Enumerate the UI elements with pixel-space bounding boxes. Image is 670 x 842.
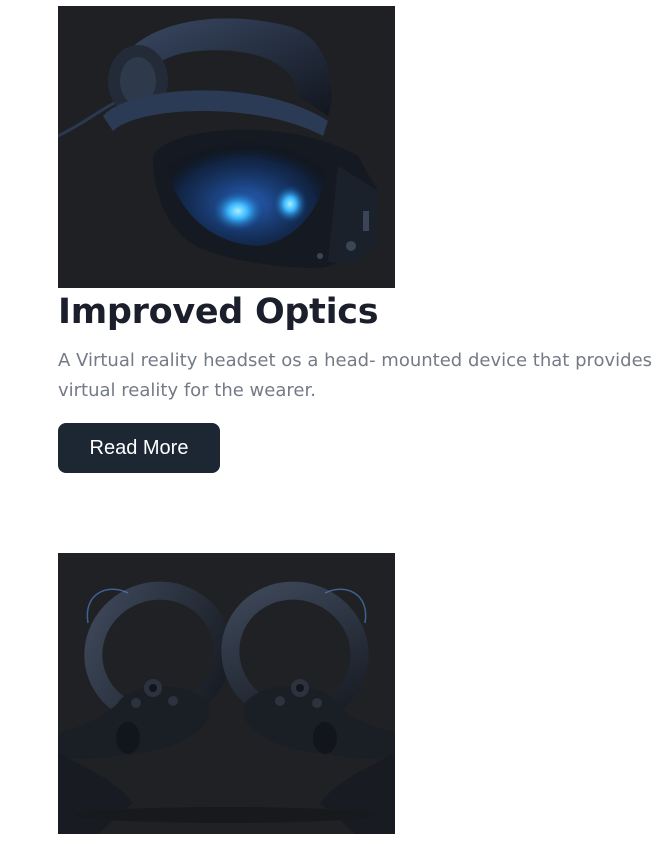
vr-headset-illustration [58,6,395,288]
card-title: Improved Optics [58,292,379,332]
vr-controllers-illustration [58,553,395,834]
card-description: A Virtual reality headset os a head- mou… [58,350,653,401]
feature-card-controllers [58,553,395,834]
read-more-button[interactable]: Read More [58,423,220,473]
vr-headset-image [58,6,395,288]
feature-card-optics: Improved Optics A Virtual reality headse… [58,6,652,473]
vr-controllers-image [58,553,395,834]
